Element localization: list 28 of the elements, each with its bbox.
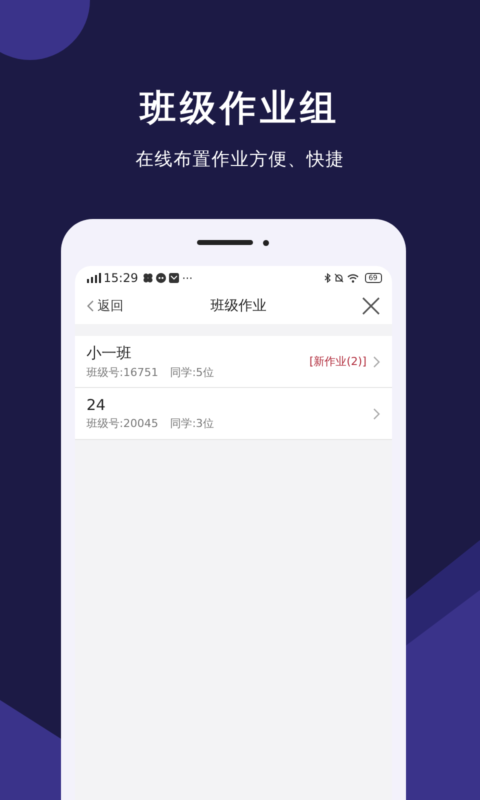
- chevron-left-icon: [86, 300, 94, 312]
- class-name: 24: [86, 396, 107, 414]
- speaker-icon: [197, 240, 253, 245]
- bell-muted-icon: [334, 273, 344, 283]
- wifi-icon: [346, 273, 359, 283]
- subheadline: 在线布置作业方便、快捷: [136, 148, 344, 171]
- chevron-right-icon: [372, 408, 380, 420]
- class-name: 小一班: [86, 344, 132, 362]
- back-button[interactable]: 返回: [86, 297, 124, 315]
- class-row[interactable]: 24 班级号:20045 同学:3位: [74, 388, 392, 440]
- more-indicator: ···: [182, 272, 193, 284]
- mail-icon: [169, 273, 180, 283]
- new-homework-label: [新作业(2)]: [309, 354, 366, 369]
- close-icon[interactable]: [362, 297, 380, 315]
- face-icon: [156, 273, 166, 283]
- class-number: 班级号:16751: [86, 364, 158, 380]
- chevron-right-icon: [372, 356, 380, 368]
- bluetooth-icon: [324, 273, 331, 283]
- signal-icon: [86, 273, 100, 283]
- headline: 班级作业组: [140, 87, 340, 131]
- fan-icon: [143, 273, 154, 283]
- class-number: 班级号:20045: [86, 416, 158, 431]
- class-row[interactable]: 小一班 班级号:16751 同学:5位 [新作业(2)]: [74, 336, 392, 388]
- camera-icon: [263, 240, 269, 246]
- student-count: 同学:3位: [170, 416, 214, 431]
- student-count: 同学:5位: [170, 364, 214, 380]
- status-time: 15:29: [104, 271, 138, 285]
- page-title: 班级作业: [210, 297, 268, 315]
